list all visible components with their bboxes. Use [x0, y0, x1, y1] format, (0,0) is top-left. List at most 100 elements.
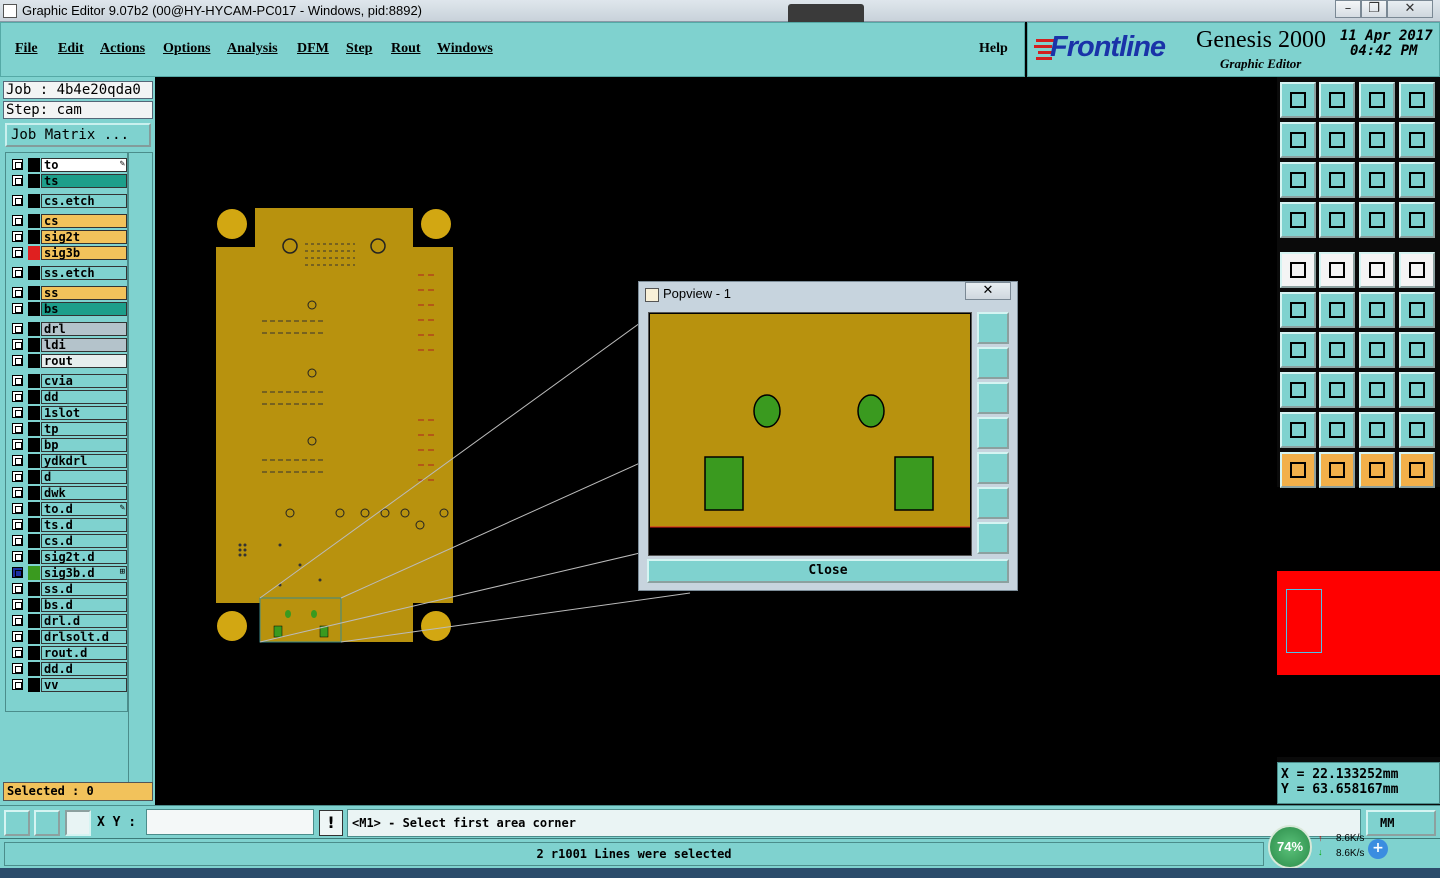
layer-name[interactable]: d [41, 470, 127, 484]
snap-mode-icon[interactable] [4, 810, 30, 836]
layer-row-ldi[interactable]: ldi [8, 338, 128, 352]
zoom-in-icon[interactable] [1280, 162, 1316, 198]
layer-name[interactable]: dd.d [41, 662, 127, 676]
layer-color-swatch[interactable] [28, 454, 40, 468]
layer-row-cs[interactable]: cs [8, 214, 128, 228]
layer-checkbox[interactable] [12, 267, 23, 278]
layer-color-swatch[interactable] [28, 266, 40, 280]
menu-actions[interactable]: Actions [100, 41, 145, 57]
menu-dfm[interactable]: DFM [297, 41, 329, 57]
layer-checkbox[interactable] [12, 471, 23, 482]
job-matrix-button[interactable]: Job Matrix ... [5, 123, 151, 147]
layer-row-d[interactable]: d [8, 470, 128, 484]
layer-row-sig3b[interactable]: sig3b [8, 246, 128, 260]
snap-layers-icon[interactable] [1359, 202, 1395, 238]
layer-checkbox[interactable] [12, 247, 23, 258]
layer-checkbox[interactable] [12, 287, 23, 298]
pan-bottom-icon[interactable] [1319, 82, 1355, 118]
layer-checkbox[interactable] [12, 423, 23, 434]
popview-pan-down-icon[interactable] [977, 382, 1009, 414]
layer-row-bs[interactable]: bs [8, 302, 128, 316]
layer-name[interactable]: sig3b.d [41, 566, 127, 580]
layer-name[interactable]: to.d [41, 502, 127, 516]
layer-checkbox[interactable] [12, 455, 23, 466]
split-line-icon[interactable] [1319, 372, 1355, 408]
layer-row-drlsolt-d[interactable]: drlsolt.d [8, 630, 128, 644]
layer-name[interactable]: drl.d [41, 614, 127, 628]
layer-color-swatch[interactable] [28, 598, 40, 612]
layer-color-swatch[interactable] [28, 422, 40, 436]
layer-row-dwk[interactable]: dwk [8, 486, 128, 500]
layer-name[interactable]: drl [41, 322, 127, 336]
layer-name[interactable]: ss [41, 286, 127, 300]
layer-row-sig2t-d[interactable]: sig2t.d [8, 550, 128, 564]
zoom-out-icon[interactable] [1319, 162, 1355, 198]
redraw-icon[interactable] [1399, 122, 1435, 158]
units-selector[interactable]: MM [1366, 810, 1436, 836]
layer-name[interactable]: sig3b [41, 246, 127, 260]
layer-checkbox[interactable] [12, 159, 23, 170]
layer-checkbox[interactable] [12, 195, 23, 206]
layer-name[interactable]: bp [41, 438, 127, 452]
pad-icon[interactable] [1399, 252, 1435, 288]
triangle-icon[interactable] [1399, 412, 1435, 448]
layer-checkbox[interactable] [12, 599, 23, 610]
popview-pan-right-icon[interactable] [977, 452, 1009, 484]
layer-checkbox[interactable] [12, 615, 23, 626]
xy-input[interactable] [146, 809, 314, 835]
layer-row-dd-d[interactable]: dd.d [8, 662, 128, 676]
layer-checkbox[interactable] [12, 519, 23, 530]
peak-icon[interactable] [1319, 412, 1355, 448]
menu-options[interactable]: Options [163, 41, 210, 57]
layer-row-rout-d[interactable]: rout.d [8, 646, 128, 660]
layer-name[interactable]: cvia [41, 374, 127, 388]
popview-pan-up-icon[interactable] [977, 347, 1009, 379]
layer-checkbox[interactable] [12, 339, 23, 350]
layer-checkbox[interactable] [12, 647, 23, 658]
layer-row-ts[interactable]: ts [8, 174, 128, 188]
layer-color-swatch[interactable] [28, 406, 40, 420]
layer-color-swatch[interactable] [28, 678, 40, 692]
layer-row-bp[interactable]: bp [8, 438, 128, 452]
layer-row-tp[interactable]: tp [8, 422, 128, 436]
pointer-icon[interactable] [1280, 452, 1316, 488]
overview-viewport[interactable] [1286, 589, 1322, 653]
menu-help[interactable]: Help [979, 41, 1008, 57]
grid-icon[interactable] [1319, 202, 1355, 238]
minimize-icon[interactable]: – [1335, 0, 1361, 18]
layer-name[interactable]: cs.etch [41, 194, 127, 208]
layer-row-to-d[interactable]: to.d ✎ [8, 502, 128, 516]
menu-rout[interactable]: Rout [391, 41, 421, 57]
feature-select-icon[interactable] [1280, 252, 1316, 288]
layer-checkbox[interactable] [12, 535, 23, 546]
home-view-icon[interactable] [1359, 82, 1395, 118]
menu-windows[interactable]: Windows [437, 41, 493, 57]
layer-color-swatch[interactable] [28, 246, 40, 260]
layer-color-swatch[interactable] [28, 354, 40, 368]
layer-row-rout[interactable]: rout [8, 354, 128, 368]
layer-color-swatch[interactable] [28, 438, 40, 452]
layer-row-bs-d[interactable]: bs.d [8, 598, 128, 612]
layer-name[interactable]: dd [41, 390, 127, 404]
expand-plus-icon[interactable]: + [1368, 839, 1388, 859]
popview-pan-left-icon[interactable] [977, 417, 1009, 449]
layer-checkbox[interactable] [12, 215, 23, 226]
layer-row-drl[interactable]: drl [8, 322, 128, 336]
snap-toggle-icon[interactable] [1399, 202, 1435, 238]
split-view-icon[interactable] [1399, 82, 1435, 118]
node-icon[interactable] [1280, 292, 1316, 328]
layer-row-sig3b-d[interactable]: sig3b.d ⊞ [8, 566, 128, 580]
layer-checkbox[interactable] [12, 567, 23, 578]
layer-color-swatch[interactable] [28, 230, 40, 244]
layer-checkbox[interactable] [12, 391, 23, 402]
layer-color-swatch[interactable] [28, 566, 40, 580]
layer-checkbox[interactable] [12, 375, 23, 386]
layer-checkbox[interactable] [12, 663, 23, 674]
layer-color-swatch[interactable] [28, 662, 40, 676]
layer-name[interactable]: tp [41, 422, 127, 436]
layer-name[interactable]: to [41, 158, 127, 172]
menu-file[interactable]: File [15, 41, 38, 57]
angle-icon[interactable] [1280, 332, 1316, 368]
layer-name[interactable]: ss.d [41, 582, 127, 596]
layer-color-swatch[interactable] [28, 174, 40, 188]
